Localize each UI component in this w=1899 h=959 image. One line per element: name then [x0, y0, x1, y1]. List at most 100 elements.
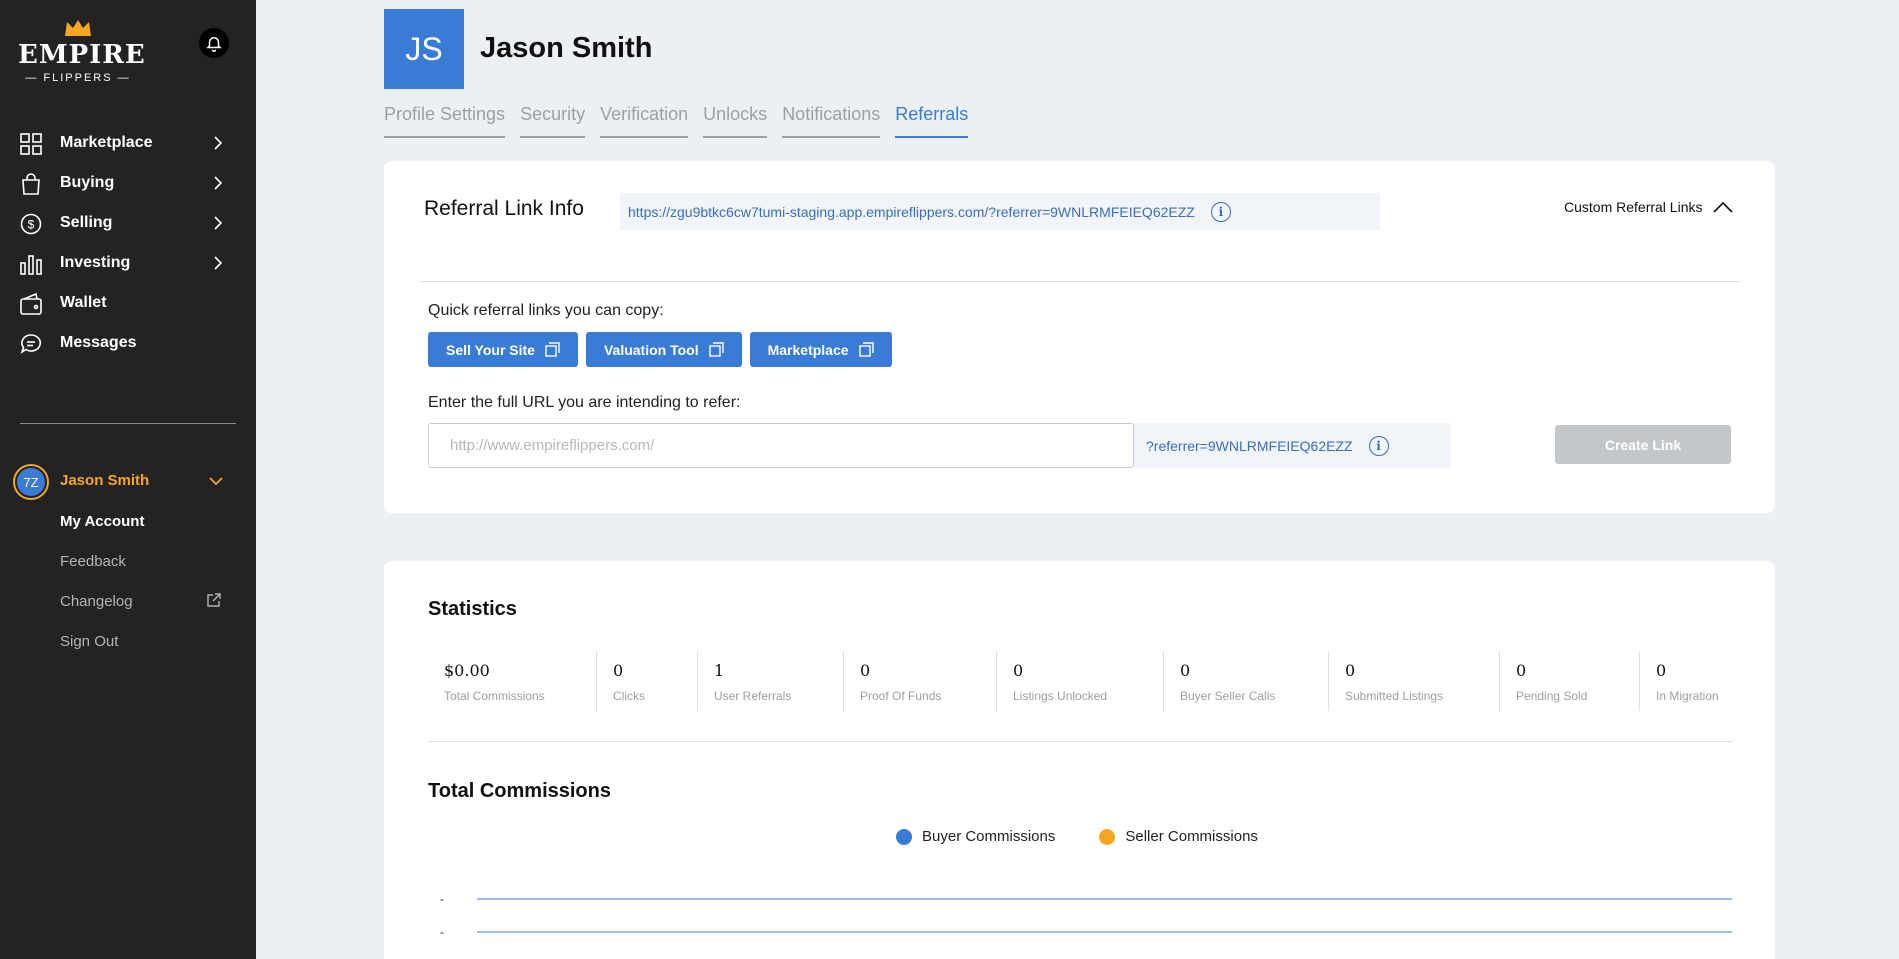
chevron-right-icon — [214, 256, 223, 270]
chevron-up-icon — [1712, 201, 1733, 213]
external-link-icon — [207, 593, 221, 607]
notifications-bell-button[interactable] — [199, 28, 229, 58]
wallet-icon — [20, 293, 42, 315]
button-label: Marketplace — [767, 341, 849, 358]
stat-value: 0 — [1013, 661, 1024, 680]
user-menu-my-account[interactable]: My Account — [60, 513, 144, 530]
user-menu-changelog[interactable]: Changelog — [60, 593, 133, 610]
copy-marketplace-button[interactable]: Marketplace — [749, 332, 892, 367]
sidebar-item-label: Wallet — [60, 294, 107, 311]
avatar: 7Z — [13, 464, 49, 500]
tab-referrals[interactable]: Referrals — [895, 104, 969, 138]
sidebar-item-label: Selling — [60, 214, 113, 231]
stat-proof-of-funds: 0 Proof Of Funds — [843, 651, 996, 711]
stat-buyer-seller-calls: 0 Buyer Seller Calls — [1163, 651, 1328, 711]
user-menu-sign-out[interactable]: Sign Out — [60, 633, 118, 650]
info-icon[interactable]: i — [1368, 435, 1389, 456]
create-link-button[interactable]: Create Link — [1555, 425, 1731, 464]
chart-title: Total Commissions — [428, 780, 611, 802]
grid-icon — [20, 133, 42, 155]
avatar-initials: 7Z — [17, 468, 45, 496]
chat-icon — [20, 334, 42, 354]
user-menu-feedback[interactable]: Feedback — [60, 553, 126, 570]
sidebar: EMPIRE — FLIPPERS — Marketplace Buying $… — [0, 0, 256, 959]
card-divider — [420, 281, 1740, 282]
bell-icon — [206, 37, 222, 52]
stat-label: Pending Sold — [1516, 689, 1588, 703]
stat-clicks: 0 Clicks — [596, 651, 697, 711]
stat-submitted-listings: 0 Submitted Listings — [1328, 651, 1499, 711]
sidebar-item-label: Investing — [60, 254, 131, 271]
stat-value: 0 — [1656, 661, 1667, 680]
stat-label: Proof Of Funds — [860, 689, 942, 703]
custom-referral-links-label: Custom Referral Links — [1564, 199, 1703, 215]
tab-verification[interactable]: Verification — [600, 104, 689, 138]
stat-value: $0.00 — [444, 661, 490, 680]
legend-dot — [1099, 828, 1116, 845]
referral-url-input[interactable] — [428, 423, 1134, 468]
copy-icon — [545, 342, 560, 357]
legend-buyer-commissions[interactable]: Buyer Commissions — [896, 828, 1055, 845]
referral-link-title: Referral Link Info — [424, 197, 584, 220]
statistics-row: $0.00 Total Commissions 0 Clicks 1 User … — [428, 651, 1733, 711]
tab-notifications[interactable]: Notifications — [782, 104, 881, 138]
y-tick-label: - — [440, 925, 444, 939]
legend-dot — [896, 828, 912, 845]
sidebar-item-selling[interactable]: $ Selling — [0, 203, 256, 243]
profile-tabs: Profile Settings Security Verification U… — [384, 104, 969, 138]
tab-security[interactable]: Security — [520, 104, 586, 138]
empire-flippers-logo[interactable]: EMPIRE — FLIPPERS — — [18, 16, 145, 84]
sidebar-divider — [20, 423, 236, 424]
sidebar-item-marketplace[interactable]: Marketplace — [0, 123, 256, 163]
stat-value: 0 — [1516, 661, 1527, 680]
sidebar-item-label: Marketplace — [60, 134, 153, 151]
stat-pending-sold: 0 Pending Sold — [1499, 651, 1639, 711]
sidebar-item-label: Messages — [60, 334, 137, 351]
stat-value: 1 — [714, 661, 725, 680]
stat-value: 0 — [1345, 661, 1356, 680]
sidebar-item-buying[interactable]: Buying — [0, 163, 256, 203]
stat-label: Submitted Listings — [1345, 689, 1444, 703]
sidebar-item-wallet[interactable]: Wallet — [0, 283, 256, 323]
svg-text:$: $ — [28, 218, 35, 232]
chevron-right-icon — [214, 216, 223, 230]
sidebar-item-label: Buying — [60, 174, 115, 191]
stat-total-commissions: $0.00 Total Commissions — [428, 651, 596, 711]
legend-seller-commissions[interactable]: Seller Commissions — [1099, 828, 1258, 845]
tab-unlocks[interactable]: Unlocks — [703, 104, 768, 138]
legend-label: Buyer Commissions — [922, 828, 1056, 845]
custom-referral-links-toggle[interactable]: Custom Referral Links — [1564, 199, 1733, 215]
stat-label: Clicks — [613, 689, 645, 703]
bar-chart-icon — [20, 255, 42, 275]
copy-valuation-tool-button[interactable]: Valuation Tool — [585, 332, 742, 367]
button-label: Valuation Tool — [603, 341, 699, 358]
referrer-suffix: ?referrer=9WNLRMFEIEQ62EZZ — [1146, 437, 1353, 454]
stat-value: 0 — [613, 661, 624, 680]
chevron-down-icon — [209, 477, 223, 486]
chevron-right-icon — [214, 176, 223, 190]
sidebar-item-investing[interactable]: Investing — [0, 243, 256, 283]
button-label: Sell Your Site — [446, 341, 535, 358]
stat-value: 0 — [860, 661, 871, 680]
stat-label: Total Commissions — [444, 689, 545, 703]
stat-in-migration: 0 In Migration — [1639, 651, 1733, 711]
stat-label: Listings Unlocked — [1013, 689, 1108, 703]
stat-label: User Referrals — [714, 689, 792, 703]
referral-url[interactable]: https://zgu9btkc6cw7tumi-staging.app.emp… — [628, 204, 1195, 220]
logo-subtitle: — FLIPPERS — — [25, 72, 131, 84]
copy-sell-your-site-button[interactable]: Sell Your Site — [428, 332, 578, 367]
statistics-card: Statistics $0.00 Total Commissions 0 Cli… — [384, 561, 1775, 959]
y-tick-label: - — [440, 892, 444, 906]
user-menu-toggle[interactable]: 7Z Jason Smith — [0, 460, 256, 502]
quick-links-label: Quick referral links you can copy: — [428, 302, 664, 319]
info-icon[interactable]: i — [1210, 201, 1231, 222]
statistics-divider — [428, 741, 1733, 742]
sidebar-item-messages[interactable]: Messages — [0, 323, 256, 363]
stat-user-referrals: 1 User Referrals — [697, 651, 843, 711]
user-name: Jason Smith — [60, 472, 150, 489]
copy-icon — [708, 342, 724, 357]
tab-profile-settings[interactable]: Profile Settings — [384, 104, 506, 138]
stat-label: Buyer Seller Calls — [1180, 689, 1276, 703]
quick-links-group: Sell Your Site Valuation Tool Marketplac… — [428, 332, 892, 367]
dollar-icon: $ — [20, 213, 42, 235]
